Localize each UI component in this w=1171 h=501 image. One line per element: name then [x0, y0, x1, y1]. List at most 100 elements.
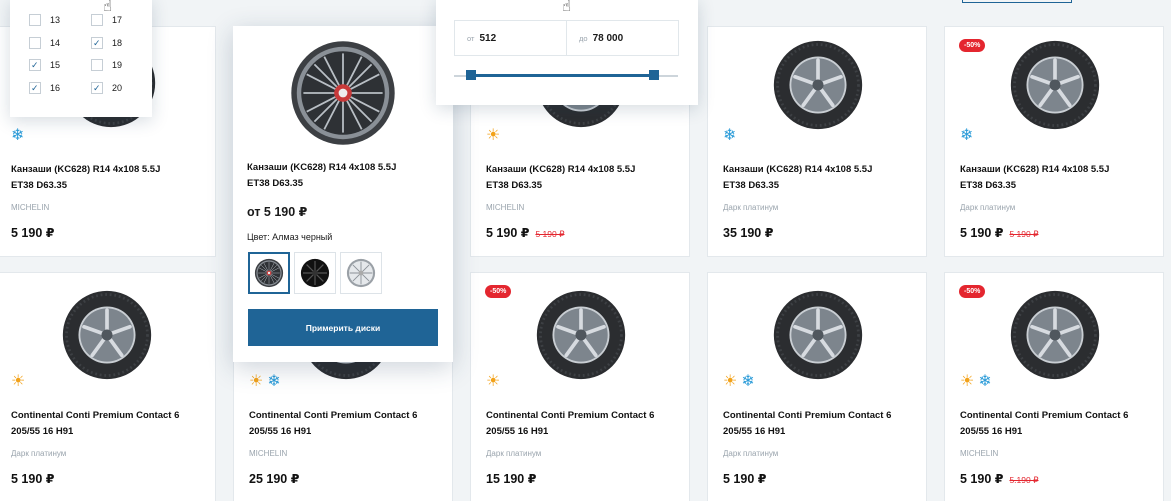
product-brand: Дарк платинум	[723, 203, 779, 212]
product-price: 5 190 ₽5 190 ₽	[486, 226, 565, 240]
product-title[interactable]: Continental Conti Premium Contact 6 205/5…	[723, 408, 923, 440]
tire-image	[535, 289, 627, 381]
checkbox[interactable]	[91, 59, 103, 71]
color-swatch-selected[interactable]	[248, 252, 290, 294]
sun-icon: ☀	[486, 373, 501, 390]
rim-image	[288, 38, 398, 148]
product-title[interactable]: Канзаши (KC628) R14 4x108 5.5J ET38 D63.3…	[723, 162, 923, 194]
size-filter-dropdown: 13 17 14 18 15 19 16 20	[10, 0, 152, 117]
sun-icon: ☀	[249, 373, 264, 390]
product-price: 35 190 ₽	[723, 226, 774, 240]
season-icons: ❄	[960, 127, 973, 145]
snowflake-icon: ❄	[267, 373, 281, 390]
top-action-button[interactable]	[962, 0, 1072, 3]
tire-image	[61, 289, 153, 381]
size-option[interactable]: 19	[91, 59, 122, 71]
checkbox[interactable]	[29, 37, 41, 49]
size-option[interactable]: 14	[29, 37, 60, 49]
product-card[interactable]: -50% ☀ ❄ Continental Conti Premium Contac…	[944, 272, 1164, 501]
tire-image	[772, 289, 864, 381]
season-icons: ☀	[11, 373, 25, 391]
product-brand: Дарк платинум	[486, 449, 542, 458]
size-option[interactable]: 13	[29, 14, 60, 26]
checkbox-checked[interactable]	[29, 59, 41, 71]
old-price: 5 190 ₽	[535, 229, 565, 239]
product-card-hover[interactable]: Канзаши (KC628) R14 4x108 5.5J ET38 D63.3…	[233, 26, 453, 362]
product-card[interactable]: -50% ☀ Continental Conti Premium Contact…	[470, 272, 690, 501]
season-icons: ❄	[723, 127, 736, 145]
old-price: 5.190 ₽	[1009, 475, 1039, 485]
sun-icon: ☀	[11, 373, 26, 390]
checkbox-checked[interactable]	[91, 37, 103, 49]
tire-image	[1009, 39, 1101, 131]
product-price: 5 190 ₽5 190 ₽	[960, 226, 1039, 240]
product-brand: MICHELIN	[249, 449, 288, 458]
price-from-input[interactable]: от 512	[454, 20, 567, 56]
snowflake-icon: ❄	[960, 127, 974, 144]
checkbox-checked[interactable]	[29, 82, 41, 94]
sun-icon: ☀	[960, 373, 975, 390]
discount-badge: -50%	[959, 39, 986, 52]
product-title[interactable]: Continental Conti Premium Contact 6 205/5…	[960, 408, 1160, 440]
size-option[interactable]: 15	[29, 59, 60, 71]
color-swatch[interactable]	[340, 252, 382, 294]
rim-thumb-icon	[346, 258, 376, 288]
size-option[interactable]: 16	[29, 82, 60, 94]
product-price: 5 190 ₽	[723, 472, 767, 486]
color-label: Цвет: Алмаз черный	[247, 232, 333, 242]
tire-image	[1009, 289, 1101, 381]
season-icons: ☀ ❄	[723, 373, 755, 391]
product-card[interactable]: -50% ❄ Канзаши (KC628) R14 4x108 5.5J ET3…	[944, 26, 1164, 257]
product-brand: Дарк платинум	[723, 449, 779, 458]
price-slider-max-handle[interactable]	[649, 70, 659, 80]
product-title[interactable]: Канзаши (KC628) R14 4x108 5.5J ET38 D63.3…	[486, 162, 686, 194]
season-icons: ☀	[486, 373, 500, 391]
product-title[interactable]: Continental Conti Premium Contact 6 205/5…	[11, 408, 211, 440]
rim-thumb-icon	[254, 258, 284, 288]
product-price: 25 190 ₽	[249, 472, 300, 486]
product-price: 5 190 ₽	[11, 226, 55, 240]
discount-badge: -50%	[959, 285, 986, 298]
season-icons: ☀ ❄	[960, 373, 992, 391]
hand-pointer-icon: ☝	[562, 0, 572, 15]
checkbox[interactable]	[91, 14, 103, 26]
checkbox[interactable]	[29, 14, 41, 26]
discount-badge: -50%	[485, 285, 512, 298]
size-option[interactable]: 20	[91, 82, 122, 94]
price-slider-range	[470, 74, 654, 77]
price-to-input[interactable]: до 78 000	[566, 20, 679, 56]
product-title[interactable]: Канзаши (KC628) R14 4x108 5.5J ET38 D63.3…	[960, 162, 1160, 194]
product-brand: Дарк платинум	[11, 449, 67, 458]
product-title[interactable]: Continental Conti Premium Contact 6 205/5…	[249, 408, 449, 440]
hand-pointer-icon: ☝	[103, 0, 113, 15]
season-icons: ❄	[11, 127, 24, 145]
product-title[interactable]: Continental Conti Premium Contact 6 205/5…	[486, 408, 686, 440]
sun-icon: ☀	[723, 373, 738, 390]
product-card[interactable]: ☀ Continental Conti Premium Contact 6 205…	[0, 272, 216, 501]
product-price: 5 190 ₽5.190 ₽	[960, 472, 1039, 486]
product-title[interactable]: Канзаши (KC628) R14 4x108 5.5J ET38 D63.3…	[11, 162, 211, 194]
product-brand: Дарк платинум	[960, 203, 1016, 212]
size-option[interactable]: 18	[91, 37, 122, 49]
product-title[interactable]: Канзаши (KC628) R14 4x108 5.5J ET38 D63.3…	[247, 160, 447, 192]
snowflake-icon: ❄	[978, 373, 992, 390]
snowflake-icon: ❄	[11, 127, 25, 144]
price-from: от 5 190 ₽	[247, 205, 308, 219]
product-brand: MICHELIN	[11, 203, 50, 212]
product-brand: MICHELIN	[960, 449, 999, 458]
old-price: 5 190 ₽	[1009, 229, 1039, 239]
product-price: 5 190 ₽	[11, 472, 55, 486]
checkbox-checked[interactable]	[91, 82, 103, 94]
product-card[interactable]: ☀ ❄ Continental Conti Premium Contact 6 20…	[707, 272, 927, 501]
color-swatch[interactable]	[294, 252, 336, 294]
product-price: 15 190 ₽	[486, 472, 537, 486]
sun-icon: ☀	[486, 127, 501, 144]
snowflake-icon: ❄	[741, 373, 755, 390]
try-on-wheels-button[interactable]: Примерить диски	[248, 309, 438, 346]
product-brand: MICHELIN	[486, 203, 525, 212]
product-card[interactable]: ❄ Канзаши (KC628) R14 4x108 5.5J ET38 D63…	[707, 26, 927, 257]
price-slider-min-handle[interactable]	[466, 70, 476, 80]
rim-thumb-icon	[300, 258, 330, 288]
size-option[interactable]: 17	[91, 14, 122, 26]
season-icons: ☀	[486, 127, 500, 145]
